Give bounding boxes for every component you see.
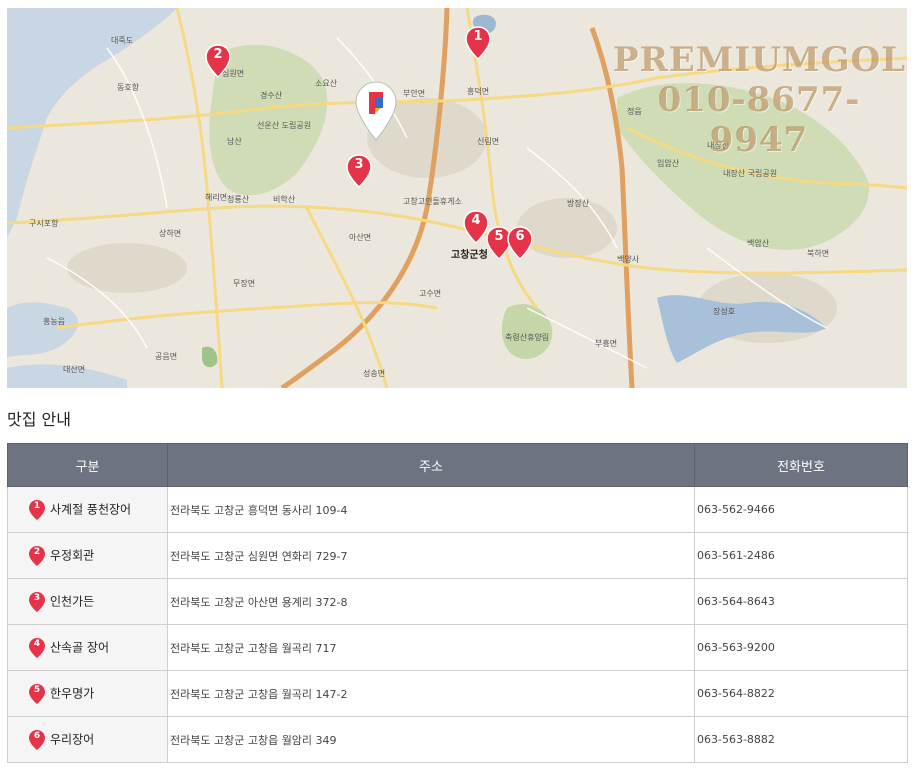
label-sangha: 상하면 — [159, 229, 182, 238]
watermark-brand: PREMIUMGOLF — [613, 40, 907, 80]
header-category: 구분 — [7, 443, 168, 487]
restaurant-name: 한우명가 — [50, 686, 95, 700]
row-pin-marker: 5 — [28, 683, 46, 705]
label-daesan: 대산면 — [63, 365, 86, 374]
map-pin-1[interactable]: 1 — [465, 26, 491, 60]
label-seongsong: 성송면 — [363, 369, 386, 378]
label-hongnong: 홍농읍 — [43, 317, 66, 326]
restaurant-name: 산속골 장어 — [50, 640, 110, 654]
map-pin-2[interactable]: 2 — [205, 44, 231, 78]
cell-address: 전라북도 고창군 심원면 연화리 729-7 — [167, 532, 695, 579]
map-pin-number: 1 — [473, 29, 483, 44]
row-pin-number: 5 — [33, 684, 41, 695]
restaurant-name: 사계절 풍천장어 — [50, 502, 132, 516]
cell-phone: 063-562-9466 — [694, 486, 908, 533]
row-pin-number: 1 — [33, 500, 41, 511]
header-phone: 전화번호 — [694, 443, 908, 487]
map-pin-3[interactable]: 3 — [346, 154, 372, 188]
label-haeri: 해리면 — [205, 193, 228, 202]
map-pin-6[interactable]: 6 — [507, 226, 533, 260]
cell-address: 전라북도 고창군 아산면 용계리 372-8 — [167, 578, 695, 625]
label-namsan: 남산 — [227, 137, 242, 146]
cell-category: 6 우리장어 — [7, 716, 168, 763]
map-pin-number: 2 — [213, 47, 223, 62]
row-pin-marker: 1 — [28, 499, 46, 521]
label-baekyangsa: 백양사 — [617, 255, 640, 264]
label-bukha: 북하면 — [807, 249, 830, 258]
label-munsubong: 축령산휴양림 — [505, 333, 550, 342]
row-pin-number: 2 — [33, 546, 41, 557]
destination-marker[interactable] — [353, 80, 399, 142]
restaurant-table: 구분 주소 전화번호 1 사계절 풍천장어 전라북도 고창군 흥덕면 동사리 109… — [7, 443, 908, 763]
cell-phone: 063-563-8882 — [694, 716, 908, 763]
label-naejangsan-park: 내장산 국립공원 — [723, 169, 778, 178]
brand-pin-icon — [355, 81, 397, 141]
cell-category: 4 산속골 장어 — [7, 624, 168, 671]
watermark: PREMIUMGOLF 010-8677-9947 — [613, 40, 907, 160]
label-buheung: 부흥면 — [595, 339, 618, 348]
restaurant-name: 우리장어 — [50, 732, 95, 746]
cell-category: 1 사계절 풍천장어 — [7, 486, 168, 533]
cell-phone: 063-564-8643 — [694, 578, 908, 625]
map-pin-number: 6 — [515, 229, 525, 244]
section-title: 맛집 안내 — [7, 410, 71, 429]
label-heungdeok: 흥덕면 — [467, 87, 490, 96]
cell-phone: 063-561-2486 — [694, 532, 908, 579]
label-bangjangsan: 방장산 — [567, 199, 590, 208]
label-asan: 아산면 — [349, 233, 372, 242]
row-pin-number: 3 — [33, 592, 41, 603]
table-row: 1 사계절 풍천장어 전라북도 고창군 흥덕면 동사리 109-4 063-562-9… — [7, 486, 908, 533]
label-bihaksan: 비학산 — [273, 195, 296, 204]
cell-address: 전라북도 고창군 고창읍 월암리 349 — [167, 716, 695, 763]
restaurant-name: 인천가든 — [50, 594, 95, 608]
label-jangseong: 장성호 — [713, 307, 736, 316]
map-view[interactable]: 대죽도 동호항 구시포항 심원면 경수산 선운산 도립공원 남산 청룡산 비학산… — [7, 8, 907, 388]
label-gusipo: 구시포항 — [29, 219, 59, 228]
row-pin-number: 4 — [33, 638, 41, 649]
cell-category: 5 한우명가 — [7, 670, 168, 717]
label-dongho: 동호항 — [117, 83, 140, 92]
table-row: 2 우정회관 전라북도 고창군 심원면 연화리 729-7 063-561-2486 — [7, 532, 908, 579]
cell-phone: 063-563-9200 — [694, 624, 908, 671]
cell-phone: 063-564-8822 — [694, 670, 908, 717]
cell-address: 전라북도 고창군 고창읍 월곡리 147-2 — [167, 670, 695, 717]
label-sinrim: 신림면 — [477, 137, 500, 146]
watermark-phone: 010-8677-9947 — [657, 80, 861, 160]
label-seonunsan: 선운산 도립공원 — [257, 121, 312, 130]
table-row: 6 우리장어 전라북도 고창군 고창읍 월암리 349 063-563-8882 — [7, 716, 908, 763]
label-daejukdo: 대죽도 — [111, 36, 134, 45]
cell-address: 전라북도 고창군 흥덕면 동사리 109-4 — [167, 486, 695, 533]
label-gongeum: 공음면 — [155, 352, 178, 361]
row-pin-marker: 6 — [28, 729, 46, 751]
row-pin-marker: 3 — [28, 591, 46, 613]
row-pin-number: 6 — [33, 730, 41, 741]
restaurant-name: 우정회관 — [50, 548, 95, 562]
label-musan: 무장면 — [233, 279, 256, 288]
table-row: 5 한우명가 전라북도 고창군 고창읍 월곡리 147-2 063-564-8822 — [7, 670, 908, 717]
map-pin-number: 3 — [354, 157, 364, 172]
table-row: 4 산속골 장어 전라북도 고창군 고창읍 월곡리 717 063-563-9200 — [7, 624, 908, 671]
cell-category: 2 우정회관 — [7, 532, 168, 579]
header-address: 주소 — [167, 443, 695, 487]
label-gochang-gun: 고창군청 — [451, 250, 488, 261]
label-buan: 부안면 — [403, 89, 426, 98]
row-pin-marker: 4 — [28, 637, 46, 659]
table-header-row: 구분 주소 전화번호 — [7, 443, 908, 487]
label-gochang-rest: 고창고인돌휴게소 — [403, 197, 462, 206]
label-gosu: 고수면 — [419, 289, 442, 298]
label-cheongnyongsan: 청룡산 — [227, 195, 250, 204]
label-gyeongsusan: 경수산 — [260, 91, 283, 100]
cell-category: 3 인천가든 — [7, 578, 168, 625]
row-pin-marker: 2 — [28, 545, 46, 567]
label-baekamsan: 백암산 — [747, 239, 770, 248]
cell-address: 전라북도 고창군 고창읍 월곡리 717 — [167, 624, 695, 671]
table-row: 3 인천가든 전라북도 고창군 아산면 용계리 372-8 063-564-8643 — [7, 578, 908, 625]
label-soyosan: 소요산 — [315, 79, 338, 88]
